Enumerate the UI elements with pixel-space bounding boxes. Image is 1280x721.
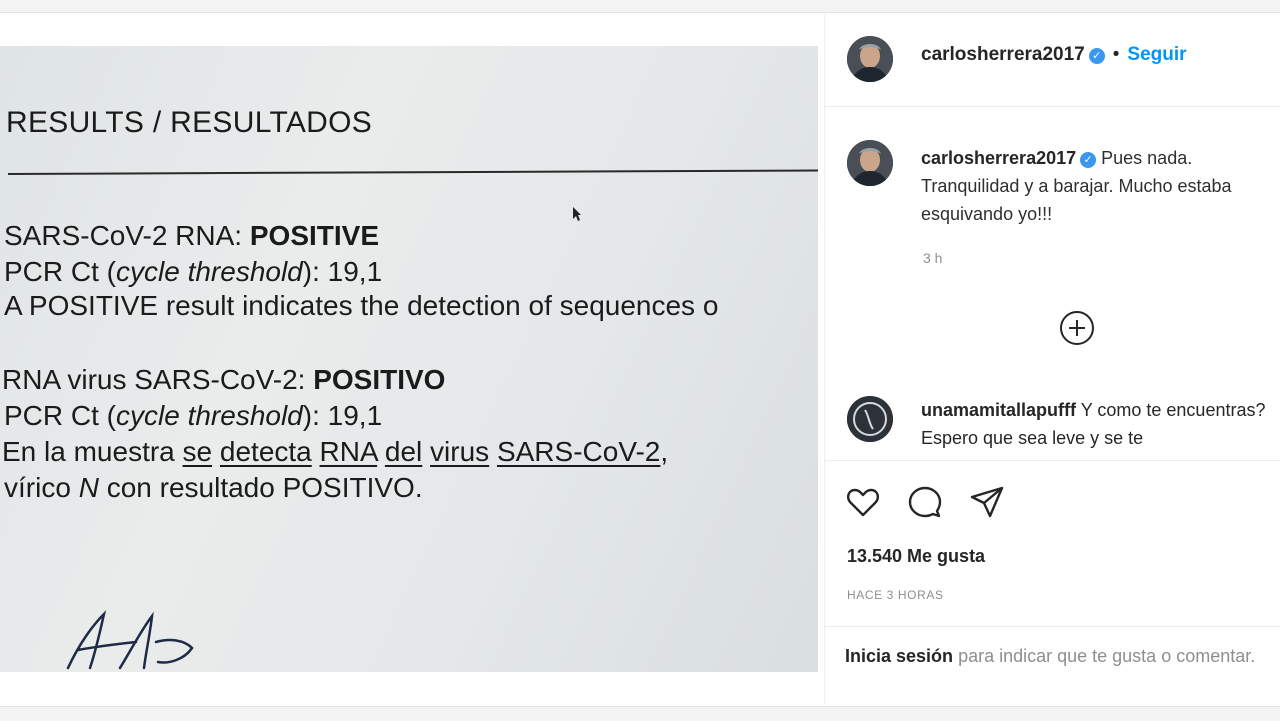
note-line-en: A POSITIVE result indicates the detectio… <box>4 290 719 321</box>
login-prompt: Inicia sesión para indicar que te gusta … <box>845 642 1265 671</box>
rna-label-es: RNA virus SARS-CoV-2: <box>2 364 314 395</box>
caption-time[interactable]: 3 h <box>923 250 942 266</box>
pcr-prefix-en: PCR Ct ( <box>4 256 116 287</box>
viral-suffix: con resultado POSITIVO. <box>98 472 423 503</box>
verified-icon: ✓ <box>1080 152 1097 168</box>
viral-line-es: vírico N con resultado POSITIVO. <box>4 472 423 504</box>
viral-prefix: vírico <box>4 472 79 503</box>
handwritten-signature <box>66 610 194 670</box>
header-divider <box>825 106 1280 107</box>
detection-word: RNA <box>319 436 378 467</box>
browser-top-strip <box>0 0 1280 13</box>
author-avatar[interactable] <box>847 36 893 82</box>
viral-gene: N <box>78 472 99 503</box>
pcr-line-en: PCR Ct (cycle threshold): 19,1 <box>4 256 382 288</box>
avatar-image <box>847 140 893 186</box>
heading-rule <box>7 169 818 175</box>
caption-username[interactable]: carlosherrera2017 <box>921 148 1076 168</box>
verified-icon: ✓ <box>1088 48 1105 64</box>
pcr-value-en: ): 19,1 <box>302 256 383 287</box>
comment-icon[interactable] <box>907 484 943 520</box>
detection-space <box>312 436 320 467</box>
heart-icon[interactable] <box>845 484 881 520</box>
post-side-panel: carlosherrera2017 ✓ • Seguir carlosherrera2… <box>824 14 1280 704</box>
post-timestamp: HACE 3 HORAS <box>847 588 944 602</box>
pcr-line-es: PCR Ct (cycle threshold): 19,1 <box>4 400 382 432</box>
detection-space <box>489 436 497 467</box>
avatar-image <box>847 396 893 442</box>
commenter-avatar[interactable] <box>847 396 893 442</box>
login-divider <box>825 626 1280 627</box>
result-line-en: SARS-CoV-2 RNA: POSITIVE <box>4 220 379 252</box>
login-prompt-text: para indicar que te gusta o comentar. <box>958 646 1256 666</box>
detection-space <box>377 436 385 467</box>
caption-avatar[interactable] <box>847 140 893 186</box>
comment-item: unamamitallapufff Y como te encuentras? … <box>921 396 1280 454</box>
pcr-value-es: ): 19,1 <box>302 400 383 431</box>
detection-space <box>212 436 220 467</box>
detection-space <box>422 436 430 467</box>
load-more-icon[interactable] <box>1059 310 1095 346</box>
detection-word: detecta <box>219 436 312 467</box>
results-heading: RESULTS / RESULTADOS <box>6 106 373 139</box>
pcr-prefix-es: PCR Ct ( <box>4 400 116 431</box>
avatar-image <box>847 36 893 82</box>
rna-result-en: POSITIVE <box>249 220 380 251</box>
share-icon[interactable] <box>969 484 1005 520</box>
follow-button[interactable]: Seguir <box>1127 44 1186 65</box>
login-link[interactable]: Inicia sesión <box>845 646 953 666</box>
result-line-es: RNA virus SARS-CoV-2: POSITIVO <box>2 364 445 396</box>
like-count[interactable]: 13.540 Me gusta <box>847 546 985 567</box>
rna-result-es: POSITIVO <box>313 364 446 395</box>
comment-username[interactable]: unamamitallapufff <box>921 400 1076 420</box>
comments-divider <box>825 460 1280 461</box>
detection-word: se <box>182 436 213 467</box>
detection-word: virus <box>430 436 490 467</box>
post-photo[interactable]: RESULTS / RESULTADOS SARS-CoV-2 RNA: POS… <box>0 46 818 672</box>
author-username[interactable]: carlosherrera2017 <box>921 44 1085 65</box>
pcr-italic-en: cycle threshold <box>116 256 303 287</box>
detection-word: SARS-CoV-2 <box>496 436 661 467</box>
rna-label-en: SARS-CoV-2 RNA: <box>4 220 250 251</box>
header-separator: • <box>1112 44 1120 65</box>
mouse-cursor-icon <box>573 207 581 221</box>
detection-line-es: En la muestra se detecta RNA del virus S… <box>2 436 668 468</box>
detection-punct: , <box>660 436 669 467</box>
browser-bottom-strip <box>0 706 1280 721</box>
detection-word: del <box>384 436 423 467</box>
post-header: carlosherrera2017 ✓ • Seguir <box>921 44 1187 66</box>
pcr-italic-es: cycle threshold <box>116 400 303 431</box>
post-caption: carlosherrera2017 ✓ Pues nada. Tranquilid… <box>921 144 1280 234</box>
detection-word: En la muestra <box>2 436 183 467</box>
